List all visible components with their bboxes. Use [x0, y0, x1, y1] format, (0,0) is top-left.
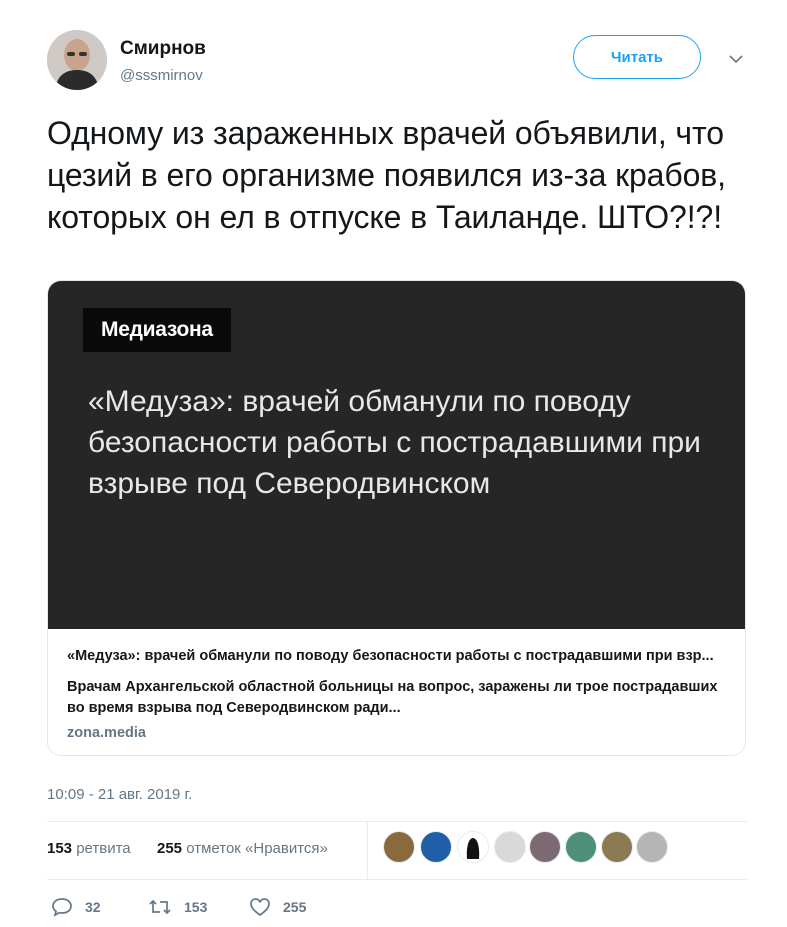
- card-description: Врачам Архангельской областной больницы …: [67, 679, 718, 716]
- stats-separator: [367, 822, 368, 879]
- card-image[interactable]: Медиазона «Медуза»: врачей обманули по п…: [48, 281, 745, 629]
- card-domain: zona.media: [67, 725, 146, 741]
- author-name[interactable]: Смирнов: [120, 38, 206, 60]
- retweet-count: 153: [184, 899, 208, 915]
- liker-avatar[interactable]: [636, 831, 668, 863]
- like-button[interactable]: 255: [249, 897, 306, 917]
- link-card[interactable]: Медиазона «Медуза»: врачей обманули по п…: [47, 280, 746, 756]
- liker-avatar[interactable]: [383, 831, 415, 863]
- reply-count: 32: [85, 899, 101, 915]
- reply-button[interactable]: 32: [51, 897, 101, 917]
- card-brand-logo: Медиазона: [83, 308, 231, 352]
- follow-button[interactable]: Читать: [573, 35, 701, 79]
- retweets-count: 153: [47, 840, 73, 857]
- liker-avatar[interactable]: [565, 831, 597, 863]
- heart-icon: [250, 898, 270, 917]
- tweet-timestamp[interactable]: 10:09 - 21 авг. 2019 г.: [47, 786, 192, 803]
- liker-avatar[interactable]: [494, 831, 526, 863]
- divider: [47, 879, 747, 880]
- liker-avatar[interactable]: [420, 831, 452, 863]
- retweets-label: ретвита: [76, 840, 131, 857]
- retweets-stat[interactable]: 153 ретвита: [47, 840, 131, 857]
- retweet-icon: [149, 899, 171, 915]
- card-image-headline: «Медуза»: врачей обманули по поводу безо…: [88, 385, 701, 500]
- likes-stat[interactable]: 255 отметок «Нравится»: [157, 840, 328, 857]
- tweet-header: Смирнов @sssmirnov Читать: [47, 30, 747, 92]
- card-body[interactable]: «Медуза»: врачей обманули по поводу безо…: [48, 629, 745, 755]
- tweet-text: Одному из зараженных врачей объявили, чт…: [47, 115, 726, 235]
- divider: [47, 821, 747, 822]
- retweet-button[interactable]: 153: [148, 897, 207, 917]
- liker-avatar[interactable]: [601, 831, 633, 863]
- likes-count: 255: [157, 840, 183, 857]
- card-title: «Медуза»: врачей обманули по поводу безо…: [67, 648, 714, 664]
- chevron-down-icon[interactable]: [727, 52, 745, 66]
- author-handle[interactable]: @sssmirnov: [120, 67, 203, 84]
- liker-avatar[interactable]: [457, 831, 489, 863]
- author-avatar[interactable]: [47, 30, 107, 90]
- liker-avatar[interactable]: [529, 831, 561, 863]
- like-count: 255: [283, 899, 307, 915]
- reply-icon: [52, 898, 72, 917]
- likes-label: отметок «Нравится»: [186, 840, 328, 857]
